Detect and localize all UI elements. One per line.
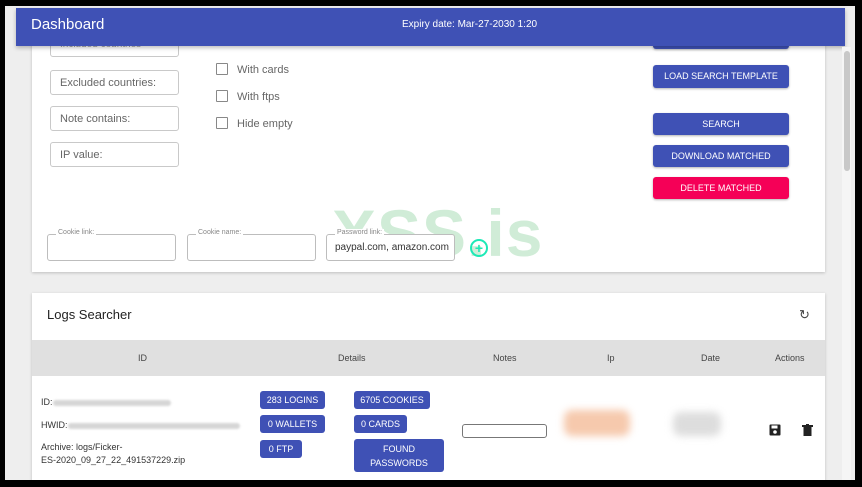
hwid-label: HWID:	[41, 420, 68, 430]
app-bar: Dashboard Expiry date: Mar-27-2030 1:20	[16, 8, 845, 46]
note-contains-input[interactable]: Note contains:	[50, 106, 179, 131]
column-details: Details	[338, 353, 366, 363]
column-actions: Actions	[775, 353, 805, 363]
checkbox-hide-empty[interactable]: Hide empty	[216, 117, 293, 130]
cookie-name-label: Cookie name:	[196, 229, 244, 236]
column-notes: Notes	[493, 353, 517, 363]
checkbox-with-cards[interactable]: With cards	[216, 63, 289, 76]
column-ip: Ip	[607, 353, 615, 363]
table-header: ID Details Notes Ip Date Actions	[32, 340, 825, 376]
archive-line-2: ES-2020_09_27_22_491537229.zip	[41, 455, 186, 465]
row-archive: Archive: logs/Ficker- ES-2020_09_27_22_4…	[41, 441, 185, 467]
column-id: ID	[138, 353, 147, 363]
cookies-chip[interactable]: 6705 COOKIES	[354, 391, 430, 409]
app-window: Included countries Excluded countries: N…	[5, 6, 855, 480]
wallets-chip[interactable]: 0 WALLETS	[260, 415, 325, 433]
cookie-link-label: Cookie link:	[56, 229, 97, 236]
excluded-countries-placeholder: Excluded countries:	[60, 77, 156, 89]
column-date: Date	[701, 353, 721, 363]
password-link-input[interactable]: Password link: paypal.com, amazon.com	[326, 229, 455, 261]
search-filters-card: Included countries Excluded countries: N…	[32, 27, 825, 272]
found-passwords-button[interactable]: FOUND PASSWORDS	[354, 439, 444, 472]
found-passwords-line-2: PASSWORDS	[370, 458, 428, 468]
checkbox-box[interactable]	[216, 90, 228, 102]
row-id: ID:	[41, 397, 171, 407]
cards-chip[interactable]: 0 CARDS	[354, 415, 407, 433]
save-icon[interactable]	[769, 423, 781, 441]
found-passwords-line-1: FOUND	[383, 444, 415, 454]
checkbox-box[interactable]	[216, 63, 228, 75]
notes-input[interactable]	[462, 424, 547, 438]
checkbox-label: With ftps	[237, 91, 280, 103]
hwid-value-redacted	[67, 422, 240, 429]
checkbox-with-ftps[interactable]: With ftps	[216, 90, 280, 103]
cookie-link-input[interactable]: Cookie link:	[47, 229, 176, 261]
trash-icon[interactable]	[802, 423, 813, 441]
delete-matched-button[interactable]: DELETE MATCHED	[653, 177, 789, 199]
archive-line-1: Archive: logs/Ficker-	[41, 442, 123, 452]
ftp-chip[interactable]: 0 FTP	[260, 440, 302, 458]
ip-value-placeholder: IP value:	[60, 149, 103, 161]
logs-searcher-card: Logs Searcher ↻ ID Details Notes Ip Date…	[32, 293, 825, 480]
row-hwid: HWID:	[41, 420, 240, 430]
ip-redacted	[564, 410, 630, 436]
expiry-date: Expiry date: Mar-27-2030 1:20	[402, 19, 538, 30]
scrollbar-thumb[interactable]	[844, 51, 850, 171]
note-contains-placeholder: Note contains:	[60, 113, 131, 125]
checkbox-box[interactable]	[216, 117, 228, 129]
app-title: Dashboard	[31, 16, 105, 33]
search-button[interactable]: SEARCH	[653, 113, 789, 135]
password-link-value: paypal.com, amazon.com	[335, 242, 449, 253]
load-search-template-button[interactable]: LOAD SEARCH TEMPLATE	[653, 65, 789, 88]
checkbox-label: With cards	[237, 64, 289, 76]
plus-circle-icon[interactable]: +	[470, 239, 488, 257]
ip-value-input[interactable]: IP value:	[50, 142, 179, 167]
checkbox-label: Hide empty	[237, 118, 293, 130]
logins-chip[interactable]: 283 LOGINS	[260, 391, 325, 409]
date-redacted	[673, 412, 721, 436]
password-link-label: Password link:	[335, 229, 385, 236]
id-value-redacted	[52, 399, 171, 406]
id-label: ID:	[41, 397, 53, 407]
cookie-name-input[interactable]: Cookie name:	[187, 229, 316, 261]
logs-searcher-title: Logs Searcher	[47, 307, 132, 322]
refresh-icon[interactable]: ↻	[799, 307, 810, 323]
download-matched-button[interactable]: DOWNLOAD MATCHED	[653, 145, 789, 167]
excluded-countries-input[interactable]: Excluded countries:	[50, 70, 179, 95]
